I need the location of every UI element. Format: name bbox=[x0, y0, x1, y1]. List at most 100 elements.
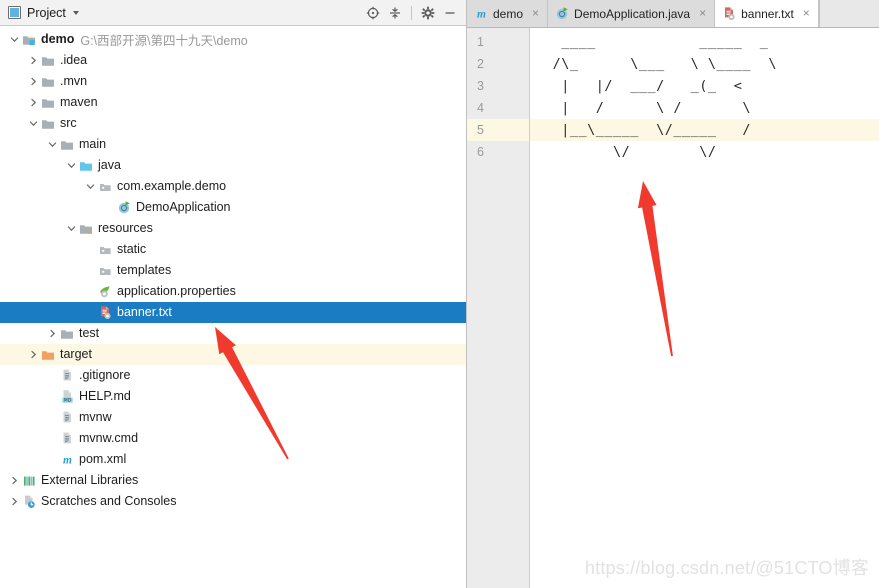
tree-row-test[interactable]: test bbox=[0, 323, 466, 344]
editor-tab-bar[interactable]: m demo × DemoApplication.java × banner.txt × bbox=[467, 0, 879, 28]
svg-text:MD: MD bbox=[64, 398, 72, 404]
file-icon bbox=[59, 368, 76, 384]
tree-row-gitignore[interactable]: .gitignore bbox=[0, 365, 466, 386]
folder-icon bbox=[40, 116, 57, 132]
text-file-icon bbox=[722, 6, 737, 21]
code-line[interactable]: ____ _____ _ bbox=[530, 31, 879, 53]
tree-row-label: templates bbox=[117, 263, 172, 277]
code-content[interactable]: ____ _____ _ /\_ \___ \ \____ \ | |/ ___… bbox=[530, 28, 879, 588]
folder-icon bbox=[40, 53, 57, 69]
tree-row-src[interactable]: src bbox=[0, 113, 466, 134]
collapse-all-icon[interactable] bbox=[385, 3, 405, 23]
tree-row-banner-txt[interactable]: banner.txt bbox=[0, 302, 466, 323]
tree-row-label: demo bbox=[41, 32, 75, 46]
tree-row-label: static bbox=[117, 242, 147, 256]
chevron-down-icon[interactable] bbox=[7, 29, 21, 50]
chevron-right-icon[interactable] bbox=[26, 50, 40, 71]
tree-row-target[interactable]: target bbox=[0, 344, 466, 365]
chevron-down-icon[interactable] bbox=[72, 10, 79, 15]
spring-properties-icon bbox=[97, 284, 114, 300]
tree-row-scratches-and-consoles[interactable]: Scratches and Consoles bbox=[0, 491, 466, 512]
markdown-file-icon: MD bbox=[59, 389, 76, 405]
editor-tab-banner-txt[interactable]: banner.txt × bbox=[715, 0, 819, 27]
editor-tab-demo[interactable]: m demo × bbox=[467, 0, 549, 27]
chevron-down-icon[interactable] bbox=[64, 155, 78, 176]
tree-row-templates[interactable]: templates bbox=[0, 260, 466, 281]
tree-row-resources[interactable]: resources bbox=[0, 218, 466, 239]
idea-window: Project demo G:\西部开源\第四十九天\demo .idea .m… bbox=[0, 0, 879, 588]
file-icon bbox=[59, 410, 76, 426]
project-title-group[interactable]: Project bbox=[8, 6, 79, 20]
project-tree[interactable]: demo G:\西部开源\第四十九天\demo .idea .mvn maven src m… bbox=[0, 26, 466, 588]
code-line[interactable]: | / \ / \ bbox=[530, 97, 879, 119]
tree-row-maven[interactable]: maven bbox=[0, 92, 466, 113]
hide-minimize-icon[interactable] bbox=[440, 3, 460, 23]
tree-row-label: HELP.md bbox=[79, 389, 131, 403]
tree-row-main[interactable]: main bbox=[0, 134, 466, 155]
tree-row-label: DemoApplication bbox=[136, 200, 231, 214]
line-number: 5 bbox=[467, 119, 529, 141]
tree-row-label: .mvn bbox=[60, 74, 88, 88]
close-icon[interactable]: × bbox=[697, 7, 708, 19]
project-window-icon bbox=[8, 6, 21, 19]
resources-root-folder-icon bbox=[78, 221, 95, 237]
tree-row-com-example-demo[interactable]: com.example.demo bbox=[0, 176, 466, 197]
tree-row-help-md[interactable]: MD HELP.md bbox=[0, 386, 466, 407]
chevron-down-icon[interactable] bbox=[45, 134, 59, 155]
chevron-down-icon[interactable] bbox=[64, 218, 78, 239]
tree-row-mvn[interactable]: .mvn bbox=[0, 71, 466, 92]
chevron-right-icon[interactable] bbox=[45, 323, 59, 344]
scratches-icon bbox=[21, 494, 38, 510]
close-icon[interactable]: × bbox=[530, 7, 541, 19]
svg-text:m: m bbox=[63, 455, 72, 467]
tree-row-label: External Libraries bbox=[41, 473, 139, 487]
tree-row-label: .gitignore bbox=[79, 368, 131, 382]
tree-row-label: pom.xml bbox=[79, 452, 127, 466]
tree-row-demo[interactable]: demo G:\西部开源\第四十九天\demo bbox=[0, 29, 466, 50]
maven-file-icon: m bbox=[474, 6, 489, 21]
chevron-right-icon[interactable] bbox=[7, 470, 21, 491]
chevron-right-icon[interactable] bbox=[26, 92, 40, 113]
line-number: 1 bbox=[477, 35, 484, 49]
code-line[interactable]: |__\_____ \/_____ / bbox=[530, 119, 879, 141]
text-file-icon bbox=[97, 305, 114, 321]
tree-row-external-libraries[interactable]: External Libraries bbox=[0, 470, 466, 491]
close-icon[interactable]: × bbox=[801, 7, 812, 19]
tree-row-mvnw[interactable]: mvnw bbox=[0, 407, 466, 428]
chevron-right-icon[interactable] bbox=[26, 344, 40, 365]
editor-tab-demoapplication-java[interactable]: DemoApplication.java × bbox=[548, 0, 716, 27]
editor-tab-label: DemoApplication.java bbox=[574, 6, 691, 21]
chevron-right-icon[interactable] bbox=[7, 491, 21, 512]
chevron-down-icon[interactable] bbox=[83, 176, 97, 197]
tree-row-application-properties[interactable]: application.properties bbox=[0, 281, 466, 302]
tree-row-path-hint: G:\西部开源\第四十九天\demo bbox=[80, 34, 248, 48]
folder-icon bbox=[59, 137, 76, 153]
external-libraries-icon bbox=[21, 473, 38, 489]
tree-row-idea[interactable]: .idea bbox=[0, 50, 466, 71]
code-line[interactable]: \/ \/ bbox=[530, 141, 879, 163]
tree-row-label: test bbox=[79, 326, 100, 340]
editor-tab-label: banner.txt bbox=[741, 6, 794, 21]
tree-row-pom-xml[interactable]: m pom.xml bbox=[0, 449, 466, 470]
tree-row-demoapplication[interactable]: DemoApplication bbox=[0, 197, 466, 218]
settings-gear-icon[interactable] bbox=[418, 3, 438, 23]
chevron-right-icon[interactable] bbox=[26, 71, 40, 92]
tree-row-label: maven bbox=[60, 95, 98, 109]
project-panel-title: Project bbox=[27, 5, 66, 20]
tree-row-label: application.properties bbox=[117, 284, 236, 298]
tree-row-mvnw-cmd[interactable]: mvnw.cmd bbox=[0, 428, 466, 449]
package-icon bbox=[97, 179, 114, 195]
maven-file-icon: m bbox=[59, 452, 76, 468]
code-line[interactable]: | |/ ___/ _(_ < bbox=[530, 75, 879, 97]
line-number: 2 bbox=[477, 57, 484, 71]
tree-row-java[interactable]: java bbox=[0, 155, 466, 176]
select-opened-file-icon[interactable] bbox=[363, 3, 383, 23]
code-line[interactable]: /\_ \___ \ \____ \ bbox=[530, 53, 879, 75]
source-root-folder-icon bbox=[78, 158, 95, 174]
chevron-down-icon[interactable] bbox=[26, 113, 40, 134]
tree-row-label: mvnw.cmd bbox=[79, 431, 139, 445]
tree-row-static[interactable]: static bbox=[0, 239, 466, 260]
